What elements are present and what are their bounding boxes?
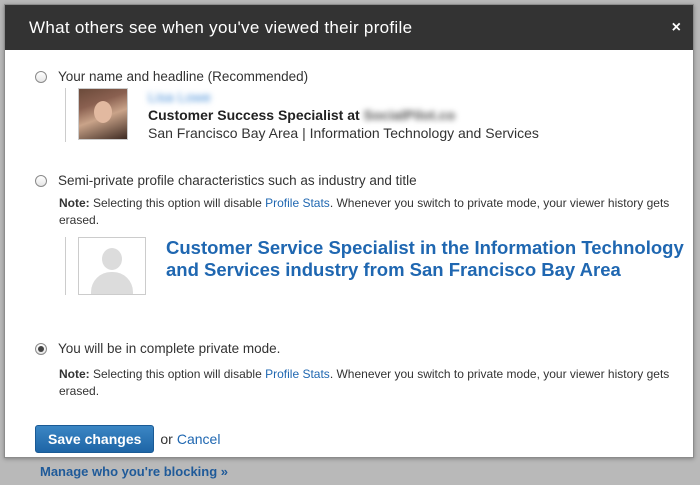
modal-title: What others see when you've viewed their… [29,17,413,37]
profile-photo [78,88,128,140]
modal-header: What others see when you've viewed their… [5,5,693,50]
anonymous-avatar-icon [78,237,146,295]
modal-actions: Save changes or Cancel [35,425,220,453]
radio-semi-private[interactable] [35,174,47,187]
close-icon[interactable]: × [672,19,681,37]
radio-name-headline[interactable] [35,70,47,83]
profile-headline: Customer Success Specialist at [148,107,360,123]
semi-private-note: Note: Selecting this option will disable… [59,195,679,229]
option-semi-private-label[interactable]: Semi-private profile characteristics suc… [58,173,417,188]
option-semi-private: Semi-private profile characteristics suc… [35,173,686,295]
profile-name: Lisa Lowe [148,89,212,105]
semi-private-preview-title: Customer Service Specialist in the Infor… [166,237,684,280]
semi-private-preview: Customer Service Specialist in the Infor… [65,237,686,295]
manage-blocking-link: Manage who you're blocking » [40,464,229,479]
save-changes-button[interactable]: Save changes [35,425,155,453]
name-headline-preview: Lisa Lowe Customer Success Specialist at… [65,88,539,142]
option-name-headline: Your name and headline (Recommended) Lis… [35,69,539,142]
option-private-mode-label[interactable]: You will be in complete private mode. [58,341,280,356]
profile-stats-link[interactable]: Profile Stats [265,367,330,381]
option-name-headline-label[interactable]: Your name and headline (Recommended) [58,69,308,84]
profile-company: SocialPilot.co [363,107,456,123]
profile-info: Lisa Lowe Customer Success Specialist at… [148,88,539,142]
note-prefix: Note: [59,367,90,381]
radio-private-mode[interactable] [35,342,47,355]
note-text: Selecting this option will disable [89,196,266,210]
privacy-modal: What others see when you've viewed their… [4,4,694,458]
cancel-link[interactable]: Cancel [177,431,221,447]
profile-location: San Francisco Bay Area | Information Tec… [148,125,539,141]
note-prefix: Note: [59,196,90,210]
profile-stats-link[interactable]: Profile Stats [265,196,330,210]
private-mode-note: Note: Selecting this option will disable… [59,366,679,400]
note-text: Selecting this option will disable [89,367,266,381]
option-private-mode: You will be in complete private mode. No… [35,341,679,400]
or-text: or [160,431,173,447]
